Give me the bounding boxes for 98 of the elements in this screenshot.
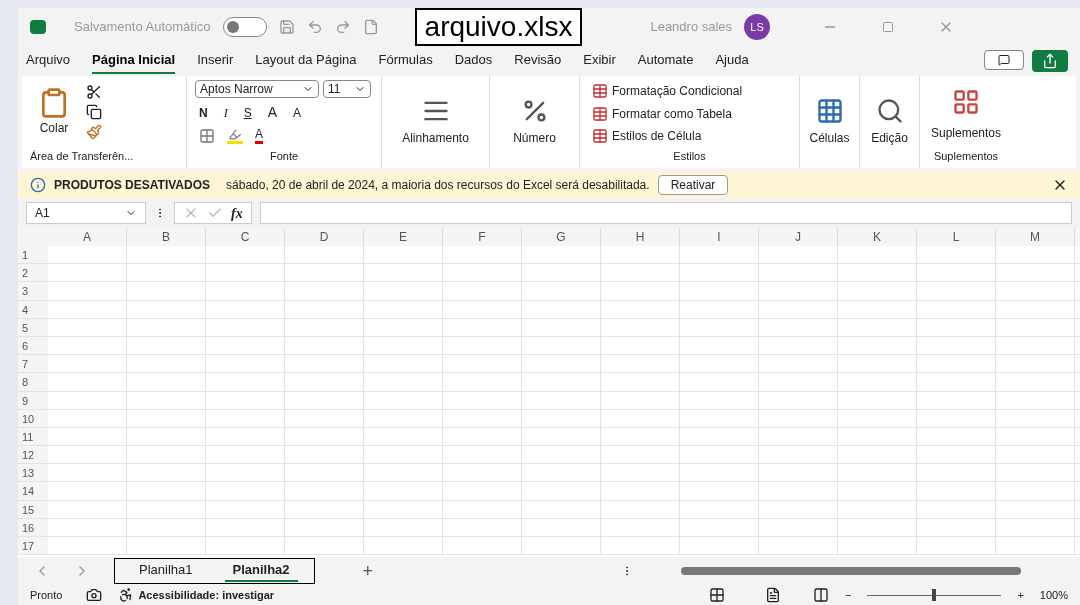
column-header[interactable]: G xyxy=(522,228,601,246)
cut-icon[interactable] xyxy=(86,83,102,100)
style-icon xyxy=(592,105,608,122)
autosave-toggle[interactable] xyxy=(222,17,267,37)
zoom-percent[interactable]: 100% xyxy=(1039,586,1068,604)
column-header[interactable]: D xyxy=(285,228,364,246)
paste-label[interactable]: Colar xyxy=(39,118,69,137)
column-header[interactable]: J xyxy=(759,228,838,246)
formula-input[interactable] xyxy=(259,202,1072,224)
document-icon[interactable] xyxy=(362,19,379,35)
add-sheet-button[interactable]: + xyxy=(362,557,374,585)
user-name: Leandro sales xyxy=(650,18,733,37)
font-size-field[interactable]: 11 xyxy=(323,80,371,98)
borders-icon[interactable] xyxy=(199,127,215,144)
autosave-label: Salvamento Automático xyxy=(74,18,211,37)
name-box[interactable]: A1 xyxy=(26,202,146,224)
message-title: PRODUTOS DESATIVADOS xyxy=(54,177,211,194)
ribbon-tab[interactable]: Arquivo xyxy=(26,48,71,74)
font-name-field[interactable]: Aptos Narrow xyxy=(195,80,319,98)
grow-font-button[interactable]: A xyxy=(267,102,278,123)
normal-view-icon[interactable] xyxy=(709,587,725,603)
column-header[interactable]: E xyxy=(364,228,443,246)
column-header[interactable]: K xyxy=(838,228,917,246)
group-label: Fonte xyxy=(268,148,300,164)
column-header[interactable]: C xyxy=(206,228,285,246)
font-color-button[interactable]: A xyxy=(255,127,263,144)
horizontal-scrollbar[interactable] xyxy=(681,567,1022,575)
user-avatar[interactable]: LS xyxy=(744,14,771,40)
sheet-tab[interactable]: Planilha2 xyxy=(224,560,298,582)
styles-menu-item[interactable]: Formatação Condicional xyxy=(612,82,743,101)
alignment-label[interactable]: Alinhamento xyxy=(402,129,469,147)
style-icon xyxy=(592,128,608,145)
styles-menu-item[interactable]: Estilos de Célula xyxy=(612,127,702,146)
page-layout-icon[interactable] xyxy=(765,587,781,603)
insert-function-button[interactable]: fx xyxy=(231,202,243,224)
sheet-tab[interactable]: Planilha1 xyxy=(131,560,201,582)
column-header[interactable]: H xyxy=(601,228,680,246)
share-icon[interactable] xyxy=(1032,50,1068,72)
status-text: Pronto xyxy=(30,587,63,603)
ribbon-tab[interactable]: Automate xyxy=(637,48,694,74)
zoom-out-button[interactable]: − xyxy=(845,586,852,604)
styles-menu-item[interactable]: Formatar como Tabela xyxy=(612,104,732,123)
bold-button[interactable]: N xyxy=(199,103,208,122)
ribbon-tab[interactable]: Página Inicial xyxy=(92,48,176,74)
ribbon-tab[interactable]: Layout da Página xyxy=(255,48,357,74)
row-header[interactable]: 13 xyxy=(18,464,48,482)
undo-icon[interactable] xyxy=(306,19,323,35)
save-icon[interactable] xyxy=(278,19,295,35)
zoom-thumb[interactable] xyxy=(932,589,937,601)
underline-button[interactable]: S xyxy=(243,103,252,122)
copy-icon[interactable] xyxy=(86,103,102,120)
column-header[interactable]: I xyxy=(680,228,759,246)
add-ins-label[interactable]: Suplementos xyxy=(930,124,1001,142)
accessibility-status[interactable]: Acessibilidade: investigar xyxy=(138,586,275,604)
editing-label[interactable]: Edição xyxy=(871,129,908,147)
zoom-slider[interactable] xyxy=(867,589,1002,601)
row-header[interactable]: 17 xyxy=(18,537,48,555)
row-header[interactable]: 8 xyxy=(18,373,48,391)
info-icon xyxy=(30,177,46,193)
fill-color-icon[interactable] xyxy=(227,127,243,144)
ribbon-tab[interactable]: Ajuda xyxy=(715,48,749,74)
reactivate-button[interactable]: Reativar xyxy=(657,175,729,195)
cells-label[interactable]: Células xyxy=(809,129,850,147)
add-ins-icon[interactable] xyxy=(952,88,980,116)
cells-icon[interactable] xyxy=(815,97,844,125)
maximize-icon[interactable] xyxy=(882,21,895,33)
style-icon xyxy=(592,83,608,100)
group-label: Estilos xyxy=(672,148,707,164)
page-break-icon[interactable] xyxy=(813,587,829,603)
ribbon-tab[interactable]: Dados xyxy=(454,48,493,74)
search-icon[interactable] xyxy=(875,97,904,125)
column-header[interactable]: L xyxy=(917,228,996,246)
column-header[interactable]: B xyxy=(127,228,206,246)
ribbon-tab[interactable]: Inserir xyxy=(197,48,234,74)
column-header[interactable]: A xyxy=(48,228,127,246)
italic-button[interactable]: I xyxy=(223,103,228,122)
ribbon-tab[interactable]: Fórmulas xyxy=(378,48,433,74)
shrink-font-button[interactable]: A xyxy=(293,103,302,122)
comments-icon[interactable] xyxy=(984,50,1024,70)
ribbon-tab[interactable]: Revisão xyxy=(514,48,562,74)
file-name: arquivo.xlsx xyxy=(414,8,583,46)
ribbon-tab[interactable]: Exibir xyxy=(583,48,616,74)
row-header[interactable]: 12 xyxy=(18,446,48,464)
excel-logo-icon xyxy=(30,20,46,34)
redo-icon[interactable] xyxy=(334,19,351,35)
zoom-in-button[interactable]: + xyxy=(1017,586,1024,604)
row-header[interactable]: 14 xyxy=(18,482,48,500)
row-header[interactable]: 2 xyxy=(18,264,48,282)
row-header[interactable]: 1 xyxy=(18,246,48,264)
group-label: Área de Transferên... xyxy=(29,148,135,164)
row-header[interactable]: 3 xyxy=(18,282,48,300)
column-header[interactable]: F xyxy=(443,228,522,246)
column-header[interactable]: M xyxy=(996,228,1075,246)
row-header[interactable]: 7 xyxy=(18,355,48,373)
message-text: sábado, 20 de abril de 2024, a maioria dos recursos do Excel será desabilitada. xyxy=(226,177,650,194)
group-label: Suplementos xyxy=(933,148,999,164)
number-label[interactable]: Número xyxy=(513,129,556,147)
format-painter-icon[interactable] xyxy=(86,123,102,140)
